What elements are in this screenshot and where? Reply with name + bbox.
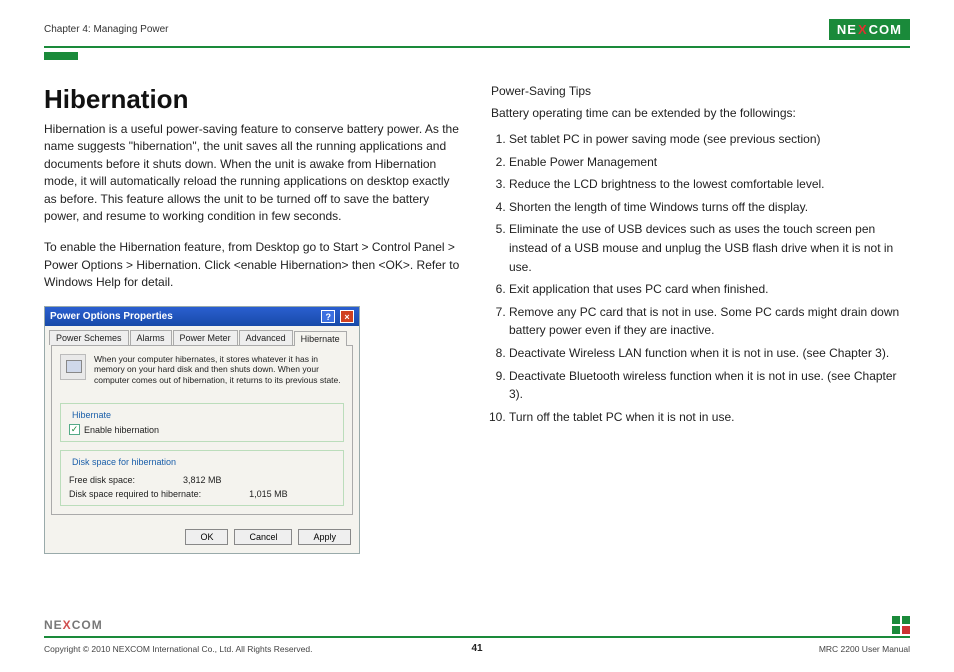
hibernate-icon — [60, 354, 86, 380]
page-title: Hibernation — [44, 84, 463, 115]
list-item: Set tablet PC in power saving mode (see … — [509, 130, 910, 149]
tab-power-meter[interactable]: Power Meter — [173, 330, 238, 345]
tips-list: Set tablet PC in power saving mode (see … — [491, 130, 910, 426]
chapter-label: Chapter 4: Managing Power — [44, 24, 169, 35]
apply-button[interactable]: Apply — [298, 529, 351, 545]
list-item: Remove any PC card that is not in use. S… — [509, 303, 910, 340]
group-hibernate-title: Hibernate — [69, 410, 114, 420]
list-item: Reduce the LCD brightness to the lowest … — [509, 175, 910, 194]
free-disk-value: 3,812 MB — [183, 475, 222, 485]
dialog-title: Power Options Properties — [50, 311, 173, 322]
list-item: Exit application that uses PC card when … — [509, 280, 910, 299]
brand-suffix: COM — [869, 22, 902, 37]
ok-button[interactable]: OK — [185, 529, 228, 545]
required-disk-value: 1,015 MB — [249, 489, 288, 499]
list-item: Eliminate the use of USB devices such as… — [509, 220, 910, 276]
close-icon[interactable]: × — [340, 310, 354, 323]
tips-intro: Battery operating time can be extended b… — [491, 106, 910, 120]
enable-hibernation-label: Enable hibernation — [84, 425, 159, 435]
footer-rule — [44, 636, 910, 638]
intro-paragraph-1: Hibernation is a useful power-saving fea… — [44, 121, 463, 225]
power-options-dialog: Power Options Properties ? × Power Schem… — [44, 306, 360, 555]
brand-suffix: COM — [72, 618, 103, 632]
list-item: Deactivate Bluetooth wireless function w… — [509, 367, 910, 404]
dialog-tabs: Power Schemes Alarms Power Meter Advance… — [45, 326, 359, 345]
brand-prefix: NE — [44, 618, 63, 632]
page-number: 41 — [0, 643, 954, 654]
list-item: Enable Power Management — [509, 153, 910, 172]
brand-x: X — [858, 22, 868, 37]
enable-hibernation-checkbox[interactable]: ✓ Enable hibernation — [69, 424, 335, 435]
brand-logo: NEXCOM — [829, 19, 910, 40]
doc-reference: MRC 2200 User Manual — [819, 644, 910, 654]
hibernate-description: When your computer hibernates, it stores… — [94, 354, 344, 386]
list-item: Shorten the length of time Windows turns… — [509, 198, 910, 217]
dialog-titlebar[interactable]: Power Options Properties ? × — [45, 307, 359, 326]
group-disk-title: Disk space for hibernation — [69, 457, 179, 467]
brand-prefix: NE — [837, 22, 857, 37]
help-icon[interactable]: ? — [321, 310, 335, 323]
tab-power-schemes[interactable]: Power Schemes — [49, 330, 129, 345]
list-item: Turn off the tablet PC when it is not in… — [509, 408, 910, 427]
tab-alarms[interactable]: Alarms — [130, 330, 172, 345]
tab-advanced[interactable]: Advanced — [239, 330, 293, 345]
checkbox-icon: ✓ — [69, 424, 80, 435]
list-item: Deactivate Wireless LAN function when it… — [509, 344, 910, 363]
required-disk-label: Disk space required to hibernate: — [69, 489, 201, 499]
free-disk-label: Free disk space: — [69, 475, 135, 485]
footer-squares-icon — [892, 616, 910, 634]
cancel-button[interactable]: Cancel — [234, 529, 292, 545]
intro-paragraph-2: To enable the Hibernation feature, from … — [44, 239, 463, 291]
brand-x: X — [63, 618, 72, 632]
header-rule — [44, 46, 910, 48]
footer-logo: NEXCOM — [44, 618, 103, 632]
tips-heading: Power-Saving Tips — [491, 84, 910, 98]
tab-hibernate[interactable]: Hibernate — [294, 331, 347, 346]
